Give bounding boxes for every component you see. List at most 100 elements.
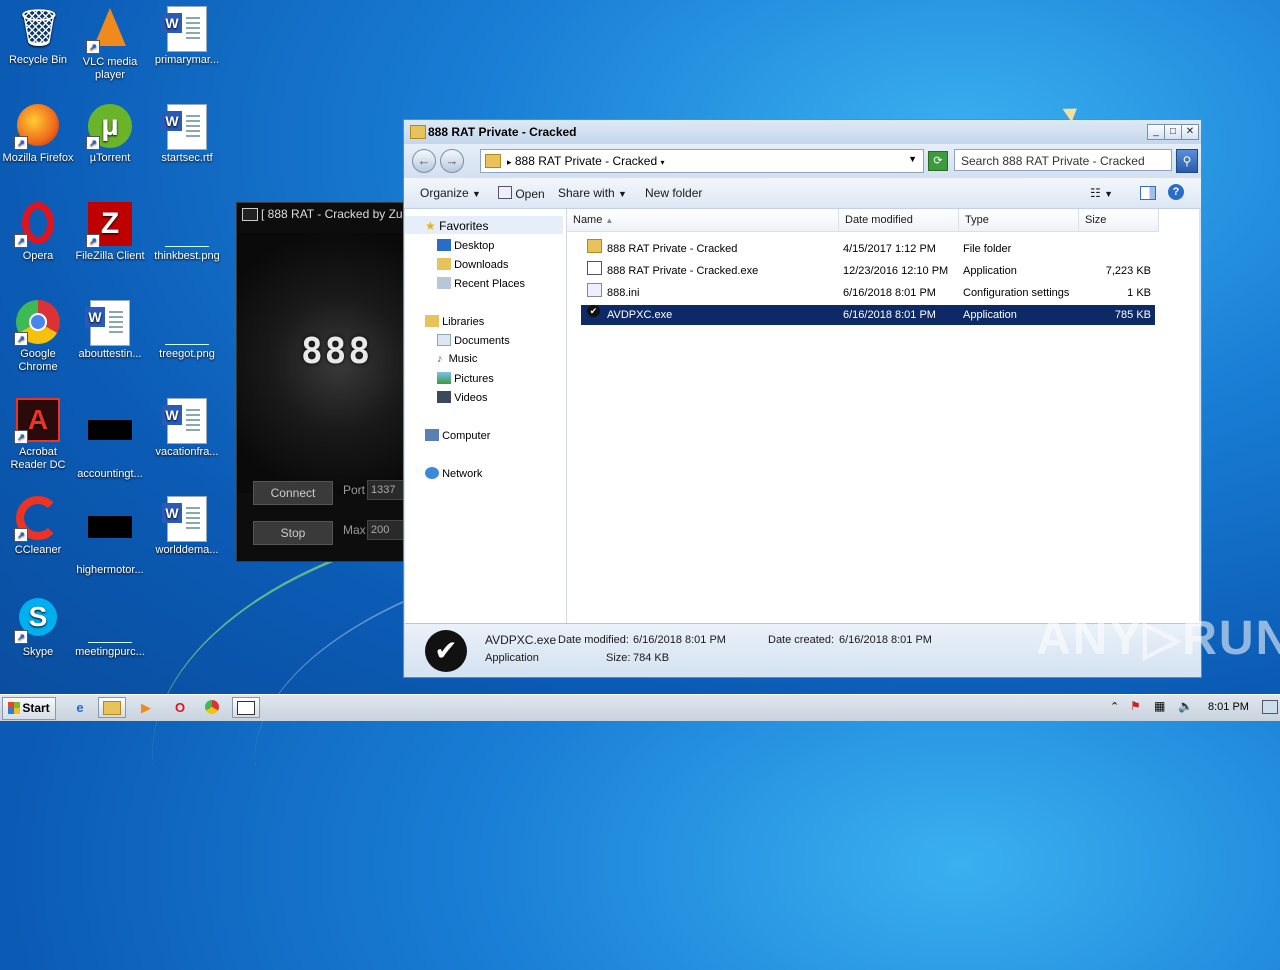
desktop-icon-vacationfra[interactable]: vacationfra... — [149, 398, 225, 459]
tray-expand-icon[interactable]: ⌃ — [1110, 700, 1119, 713]
breadcrumb[interactable]: 888 RAT Private - Cracked — [515, 154, 657, 168]
details-created-value: 6/16/2018 8:01 PM — [839, 634, 932, 646]
desktop-icon-meetingpurc[interactable]: meetingpurc... — [72, 598, 148, 659]
computer-icon — [425, 429, 439, 441]
clock[interactable]: 8:01 PM — [1208, 701, 1249, 713]
rat-window[interactable]: [ 888 RAT - Cracked by Zu 888 Connect Po… — [236, 202, 408, 562]
explorer-titlebar[interactable]: 888 RAT Private - Cracked _ □ ✕ — [404, 120, 1201, 144]
max-input[interactable]: 200 — [367, 520, 406, 540]
search-input[interactable]: Search 888 RAT Private - Cracked — [954, 149, 1172, 171]
column-header-name[interactable]: Name ▲ — [567, 209, 839, 232]
maximize-button[interactable]: □ — [1164, 124, 1182, 140]
chrome-taskbar-icon[interactable] — [198, 697, 226, 718]
recent-places-icon — [437, 277, 451, 289]
organize-button[interactable]: Organize ▼ — [420, 186, 481, 200]
start-button[interactable]: Start — [2, 697, 56, 720]
desktop-icon-firefox[interactable]: ↗ Mozilla Firefox — [0, 104, 76, 165]
nav-item-recent-places[interactable]: Recent Places — [437, 277, 525, 290]
opera-taskbar-icon[interactable]: O — [166, 697, 194, 718]
internet-explorer-icon[interactable]: e — [66, 697, 94, 718]
rat-taskbar-icon[interactable] — [232, 697, 260, 718]
action-center-icon[interactable]: ⚑ — [1130, 699, 1141, 713]
desktop-icon-primarymar[interactable]: primarymar... — [149, 6, 225, 67]
column-header-type[interactable]: Type — [959, 209, 1079, 232]
address-bar[interactable]: ▸ 888 RAT Private - Cracked ▾ ▼ — [480, 149, 924, 173]
refresh-icon[interactable]: ⟳ — [928, 151, 948, 171]
search-icon[interactable]: ⚲ — [1176, 149, 1198, 173]
network-tray-icon[interactable]: ▦ — [1154, 699, 1165, 713]
breadcrumb-chevron-icon: ▸ — [507, 157, 512, 167]
nav-item-network[interactable]: Network — [425, 467, 482, 480]
desktop-icon-chrome[interactable]: ↗ Google Chrome — [0, 300, 76, 374]
file-name: AVDPXC.exe — [607, 309, 673, 321]
desktop-icon-recycle-bin[interactable]: 🗑 Recycle Bin — [0, 6, 76, 67]
media-player-icon[interactable]: ▶ — [132, 697, 160, 718]
details-type: Application — [485, 652, 539, 664]
file-type: Application — [963, 309, 1017, 321]
nav-item-favorites[interactable]: ★ Favorites — [425, 219, 488, 233]
utorrent-icon: µ ↗ — [86, 104, 132, 150]
minimize-button[interactable]: _ — [1147, 124, 1165, 140]
desktop-icon-utorrent[interactable]: µ ↗ µTorrent — [72, 104, 148, 165]
details-created-label: Date created: — [768, 634, 835, 646]
desktop-icon-treegot[interactable]: treegot.png — [149, 300, 225, 361]
desktop-icon-acrobat[interactable]: A ↗ Acrobat Reader DC — [0, 398, 76, 472]
rat-window-titlebar[interactable]: [ 888 RAT - Cracked by Zu — [237, 203, 407, 225]
file-date: 6/16/2018 8:01 PM — [843, 287, 936, 299]
table-row[interactable]: 888.ini 6/16/2018 8:01 PM Configuration … — [581, 283, 1155, 303]
explorer-window[interactable]: 888 RAT Private - Cracked _ □ ✕ ← → ▸ 88… — [403, 119, 1202, 678]
file-name: 888.ini — [607, 287, 640, 299]
desktop-icon-opera[interactable]: ↗ Opera — [0, 202, 76, 263]
folder-icon — [485, 154, 501, 168]
preview-pane-icon[interactable] — [1140, 186, 1156, 203]
back-button[interactable]: ← — [412, 149, 436, 173]
desktop-icon-vlc[interactable]: ↗ VLC media player — [72, 6, 148, 82]
check-icon: ✔ — [425, 630, 467, 672]
help-icon[interactable]: ? — [1168, 184, 1184, 200]
desktop-icon-abouttestin[interactable]: abouttestin... — [72, 300, 148, 361]
column-header-date-modified[interactable]: Date modified — [839, 209, 959, 232]
desktop-icon-worlddema[interactable]: worlddema... — [149, 496, 225, 557]
forward-button[interactable]: → — [440, 149, 464, 173]
file-size: 1 KB — [1127, 287, 1151, 299]
desktop-icon-highermotor[interactable]: highermotor... — [72, 496, 148, 577]
explorer-taskbar-icon[interactable] — [98, 697, 126, 718]
desktop-icon-startsec[interactable]: startsec.rtf — [149, 104, 225, 165]
nav-item-videos[interactable]: Videos — [437, 391, 488, 404]
open-button[interactable]: Open — [498, 186, 545, 201]
details-modified-label: Date modified: — [558, 634, 629, 646]
desktop-icon-filezilla[interactable]: Z ↗ FileZilla Client — [72, 202, 148, 263]
nav-item-music[interactable]: ♪ Music — [437, 353, 477, 365]
nav-item-pictures[interactable]: Pictures — [437, 372, 494, 385]
nav-item-desktop[interactable]: Desktop — [437, 239, 494, 252]
desktop-icon-ccleaner[interactable]: ↗ CCleaner — [0, 496, 76, 557]
chrome-icon: ↗ — [14, 300, 60, 346]
close-button[interactable]: ✕ — [1181, 124, 1199, 140]
table-row[interactable]: 888 RAT Private - Cracked.exe 12/23/2016… — [581, 261, 1155, 281]
address-dropdown-icon[interactable]: ▼ — [908, 154, 917, 164]
stop-button[interactable]: Stop — [253, 521, 333, 545]
nav-item-computer[interactable]: Computer — [425, 429, 490, 442]
check-icon: ✔ — [587, 305, 600, 317]
nav-item-libraries[interactable]: Libraries — [425, 315, 484, 328]
nav-item-downloads[interactable]: Downloads — [437, 258, 508, 271]
show-desktop-icon[interactable] — [1262, 700, 1278, 714]
desktop-icon-thinkbest[interactable]: thinkbest.png — [149, 202, 225, 263]
table-row[interactable]: 888 RAT Private - Cracked 4/15/2017 1:12… — [581, 239, 1155, 259]
volume-icon[interactable]: 🔈 — [1178, 699, 1193, 713]
view-options-icon[interactable]: ☷ ▼ — [1090, 186, 1113, 200]
desktop-icon-accountingt[interactable]: accountingt... — [72, 398, 148, 481]
port-input[interactable]: 1337 — [367, 480, 406, 500]
file-date: 12/23/2016 12:10 PM — [843, 265, 949, 277]
vlc-icon: ↗ — [86, 8, 132, 54]
column-header-size[interactable]: Size — [1079, 209, 1159, 232]
share-with-button[interactable]: Share with ▼ — [558, 186, 627, 200]
nav-item-documents[interactable]: Documents — [437, 334, 510, 347]
desktop-icon-skype[interactable]: S ↗ Skype — [0, 598, 76, 659]
new-folder-button[interactable]: New folder — [645, 186, 702, 200]
connect-button[interactable]: Connect — [253, 481, 333, 505]
details-modified-value: 6/16/2018 8:01 PM — [633, 634, 726, 646]
skype-icon: S ↗ — [14, 598, 60, 644]
image-file-icon — [165, 300, 209, 345]
table-row-selected[interactable]: ✔ AVDPXC.exe 6/16/2018 8:01 PM Applicati… — [581, 305, 1155, 325]
